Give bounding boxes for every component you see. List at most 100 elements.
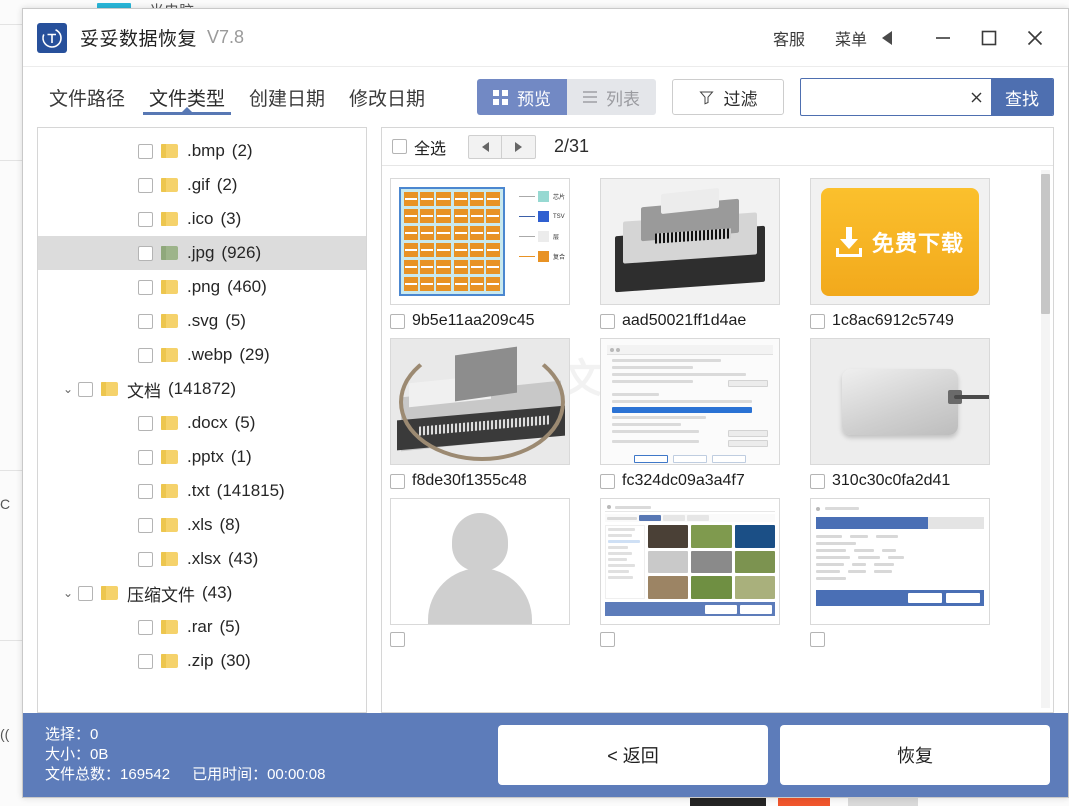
tree-checkbox[interactable] — [138, 551, 153, 567]
tree-scroll-area[interactable]: .bmp (2) .gif (2) .ico (3) .jpg (926) .png (460).… — [38, 128, 366, 712]
tree-item-label: .jpg — [187, 243, 215, 262]
file-name-row[interactable]: 310c30c0fa2d41 — [810, 472, 1000, 490]
file-checkbox[interactable] — [810, 313, 825, 329]
tree-row[interactable]: .jpg (926) — [38, 236, 366, 270]
tree-row[interactable]: .txt (141815) — [38, 474, 366, 508]
file-name-row[interactable] — [390, 632, 580, 647]
tree-item-label: .gif — [187, 175, 210, 194]
file-name-row[interactable]: 1c8ac6912c5749 — [810, 312, 1000, 330]
tree-row[interactable]: .rar (5) — [38, 610, 366, 644]
file-thumbnail[interactable] — [600, 338, 780, 465]
select-all-checkbox[interactable]: 全选 — [392, 135, 446, 159]
filter-button[interactable]: 过滤 — [672, 79, 784, 115]
tree-row[interactable]: .xls (8) — [38, 508, 366, 542]
tree-checkbox[interactable] — [138, 279, 153, 295]
file-name-row[interactable]: fc324dc09a3a4f7 — [600, 472, 790, 490]
chevron-down-icon[interactable]: ⌄ — [58, 382, 78, 396]
tree-row[interactable]: .pptx (1) — [38, 440, 366, 474]
tab-modified-date[interactable]: 修改日期 — [343, 67, 431, 127]
file-name-row[interactable] — [600, 632, 790, 647]
file-cell[interactable]: 免费下载 1c8ac6912c5749 — [810, 178, 1000, 330]
tree-row[interactable]: .png (460) — [38, 270, 366, 304]
tree-checkbox[interactable] — [138, 653, 153, 669]
tree-row[interactable]: ⌄ 文档 (141872) — [38, 372, 366, 406]
file-thumbnail[interactable] — [600, 498, 780, 625]
tab-created-date[interactable]: 创建日期 — [243, 67, 331, 127]
file-cell[interactable]: aad50021ff1d4ae — [600, 178, 790, 330]
tree-checkbox[interactable] — [138, 347, 153, 363]
file-cell[interactable]: f8de30f1355c48 — [390, 338, 580, 490]
tree-checkbox[interactable] — [138, 517, 153, 533]
tree-checkbox[interactable] — [138, 313, 153, 329]
file-cell[interactable] — [810, 498, 1000, 647]
tree-checkbox[interactable] — [138, 483, 153, 499]
tree-checkbox[interactable] — [138, 245, 153, 261]
maximize-button[interactable] — [966, 15, 1012, 61]
tree-checkbox[interactable] — [78, 585, 93, 601]
tree-item-label: .docx — [187, 413, 228, 432]
tree-row[interactable]: ⌄ 压缩文件 (43) — [38, 576, 366, 610]
file-checkbox[interactable] — [390, 313, 405, 329]
tree-checkbox[interactable] — [138, 143, 153, 159]
file-name-row[interactable] — [810, 632, 1000, 647]
file-cell[interactable]: 310c30c0fa2d41 — [810, 338, 1000, 490]
file-thumbnail[interactable]: 免费下载 — [810, 178, 990, 305]
file-checkbox[interactable] — [600, 313, 615, 329]
tree-checkbox[interactable] — [138, 619, 153, 635]
tree-row[interactable]: .svg (5) — [38, 304, 366, 338]
tree-checkbox[interactable] — [138, 449, 153, 465]
search-clear-icon[interactable] — [961, 79, 991, 115]
folder-icon — [161, 280, 178, 294]
tree-row[interactable]: .webp (29) — [38, 338, 366, 372]
menu-button[interactable]: 菜单 — [827, 20, 892, 56]
tree-checkbox[interactable] — [78, 381, 93, 397]
file-thumbnail[interactable] — [390, 338, 570, 465]
search-input[interactable] — [801, 79, 961, 115]
tab-file-path[interactable]: 文件路径 — [43, 67, 131, 127]
file-cell[interactable]: 芯片 TSV 层 复合 9b5e11aa209c45 — [390, 178, 580, 330]
file-thumbnail[interactable] — [810, 338, 990, 465]
tree-row[interactable]: .docx (5) — [38, 406, 366, 440]
file-cell[interactable] — [600, 498, 790, 647]
chevron-down-icon[interactable]: ⌄ — [58, 586, 78, 600]
file-thumbnail[interactable] — [390, 498, 570, 625]
preview-view-button[interactable]: 预览 — [477, 79, 567, 115]
tree-row[interactable]: .xlsx (43) — [38, 542, 366, 576]
tree-row[interactable]: .zip (30) — [38, 644, 366, 678]
tree-row[interactable]: .ico (3) — [38, 202, 366, 236]
file-cell[interactable] — [390, 498, 580, 647]
file-thumbnail[interactable] — [810, 498, 990, 625]
prev-page-button[interactable] — [468, 134, 503, 159]
file-checkbox[interactable] — [390, 473, 405, 489]
tree-checkbox[interactable] — [138, 211, 153, 227]
close-button[interactable] — [1012, 15, 1058, 61]
tree-checkbox[interactable] — [138, 415, 153, 431]
tree-row[interactable]: .bmp (2) — [38, 134, 366, 168]
tree-item-label: .bmp — [187, 141, 225, 160]
search-button[interactable]: 查找 — [991, 79, 1053, 115]
file-checkbox[interactable] — [600, 473, 615, 489]
file-thumbnail[interactable]: 芯片 TSV 层 复合 — [390, 178, 570, 305]
tree-checkbox[interactable] — [138, 177, 153, 193]
tree-row[interactable]: .gif (2) — [38, 168, 366, 202]
folder-icon — [161, 348, 178, 362]
list-view-button[interactable]: 列表 — [567, 79, 656, 115]
recover-button[interactable]: 恢复 — [780, 725, 1050, 785]
minimize-button[interactable] — [920, 15, 966, 61]
grid-scroll-area[interactable]: 恢复文件 — [382, 166, 1053, 712]
file-checkbox[interactable] — [600, 632, 615, 647]
file-name: fc324dc09a3a4f7 — [622, 472, 745, 489]
next-page-button[interactable] — [502, 134, 537, 159]
file-name-row[interactable]: f8de30f1355c48 — [390, 472, 580, 490]
file-checkbox[interactable] — [810, 632, 825, 647]
file-checkbox[interactable] — [390, 632, 405, 647]
file-name-row[interactable]: aad50021ff1d4ae — [600, 312, 790, 330]
tab-file-type[interactable]: 文件类型 — [143, 67, 232, 127]
file-name-row[interactable]: 9b5e11aa209c45 — [390, 312, 580, 330]
support-link[interactable]: 客服 — [765, 20, 813, 56]
file-cell[interactable]: fc324dc09a3a4f7 — [600, 338, 790, 490]
file-thumbnail[interactable] — [600, 178, 780, 305]
back-button[interactable]: < 返回 — [498, 725, 768, 785]
file-checkbox[interactable] — [810, 473, 825, 489]
grid-scrollbar-thumb[interactable] — [1041, 174, 1050, 314]
